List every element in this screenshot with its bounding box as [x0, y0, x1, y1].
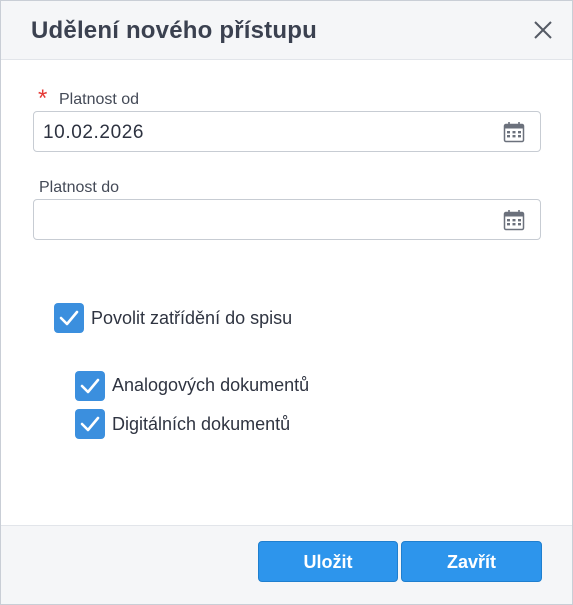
required-marker: * — [38, 85, 48, 112]
grant-access-dialog: Udělení nového přístupu * Platnost od 10… — [0, 0, 573, 605]
dialog-title: Udělení nového přístupu — [31, 17, 317, 44]
dialog-header: Udělení nového přístupu — [1, 1, 572, 60]
close-icon[interactable] — [531, 18, 555, 42]
calendar-icon[interactable] — [503, 209, 525, 231]
checkmark-icon — [80, 378, 100, 394]
valid-to-input[interactable] — [33, 199, 541, 240]
valid-from-value: 10.02.2026 — [43, 122, 145, 143]
valid-from-input[interactable]: 10.02.2026 — [33, 111, 541, 152]
analog-docs-checkbox[interactable] — [75, 371, 105, 401]
valid-from-label: Platnost od — [59, 91, 140, 108]
calendar-icon[interactable] — [503, 121, 525, 143]
allow-filing-checkbox[interactable] — [54, 303, 84, 333]
allow-filing-label[interactable]: Povolit zatřídění do spisu — [91, 308, 292, 329]
analog-docs-label[interactable]: Analogových dokumentů — [112, 375, 309, 396]
checkmark-icon — [59, 310, 79, 326]
digital-docs-checkbox[interactable] — [75, 409, 105, 439]
save-button[interactable]: Uložit — [258, 541, 398, 582]
checkmark-icon — [80, 416, 100, 432]
close-button[interactable]: Zavřít — [401, 541, 542, 582]
digital-docs-label[interactable]: Digitálních dokumentů — [112, 414, 290, 435]
valid-to-label: Platnost do — [39, 179, 120, 196]
